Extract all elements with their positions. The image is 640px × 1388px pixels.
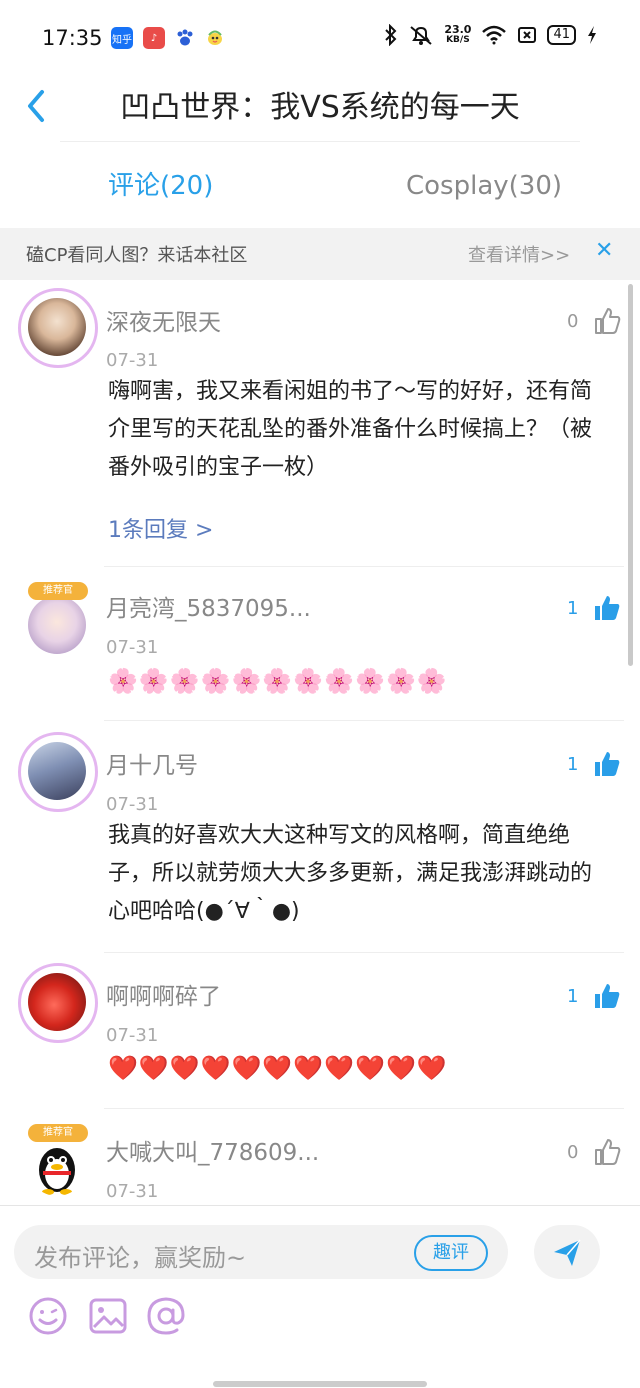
like-count: 0 (567, 311, 579, 332)
status-icons: 23.0 KB/S 41 (384, 24, 598, 46)
comment-input-placeholder: 发布评论，赢奖励~ (34, 1244, 247, 1272)
quping-button[interactable]: 趣评 (414, 1235, 488, 1271)
send-button[interactable] (534, 1225, 600, 1279)
mention-icon[interactable] (146, 1296, 186, 1336)
home-indicator[interactable] (213, 1381, 427, 1387)
comment-divider (104, 1108, 624, 1109)
comment-text: 嗨啊害，我又来看闲姐的书了～写的好好，还有简介里写的天花乱坠的番外准备什么时候搞… (108, 379, 593, 480)
replies-link[interactable]: 1条回复 > (108, 512, 213, 544)
network-speed: 23.0 KB/S (444, 23, 472, 45)
penguin-icon (39, 1148, 75, 1195)
comment-author[interactable]: 大喊大叫_778609... (106, 1139, 319, 1167)
avatar[interactable] (18, 288, 102, 372)
avatar[interactable]: 推荐官 (18, 582, 102, 670)
like-count: 1 (567, 754, 579, 775)
recommender-badge: 推荐官 (28, 1124, 88, 1142)
thumbs-up-filled-icon[interactable] (592, 593, 622, 623)
comment-date: 07-31 (106, 1181, 159, 1202)
page-title: 凹凸世界：我VS系统的每一天 (120, 90, 520, 125)
close-icon[interactable]: ✕ (595, 238, 613, 263)
battery-indicator: 41 (547, 25, 576, 45)
comment-author[interactable]: 啊啊啊碎了 (106, 983, 221, 1011)
comment-author[interactable]: 月十几号 (106, 752, 198, 780)
comment-author[interactable]: 深夜无限天 (106, 309, 221, 337)
status-bar: 17:35 知乎 ♪ 23.0 KB/S 41 (0, 0, 640, 78)
thumbs-up-icon[interactable] (592, 306, 622, 336)
comment-divider (104, 952, 624, 953)
thumbs-up-filled-icon[interactable] (592, 749, 622, 779)
thumbs-up-filled-icon[interactable] (592, 981, 622, 1011)
charging-icon (588, 26, 596, 44)
comment-divider (104, 720, 624, 721)
clock: 17:35 (42, 26, 103, 50)
thumbs-up-icon[interactable] (592, 1137, 622, 1167)
recommender-badge: 推荐官 (28, 582, 88, 600)
zhihu-icon: 知乎 (111, 27, 133, 49)
avatar[interactable] (18, 732, 102, 816)
header-divider (60, 141, 580, 142)
tab-cosplay[interactable]: Cosplay(30) (406, 168, 562, 204)
avatar[interactable]: 推荐官 (18, 1124, 102, 1212)
mute-icon (410, 26, 432, 45)
banner-text: 磕CP看同人图？来话本社区 (26, 245, 248, 266)
send-icon (554, 1239, 581, 1266)
music-icon: ♪ (143, 27, 165, 49)
sim-icon (518, 27, 537, 43)
tab-comments[interactable]: 评论(20) (108, 168, 213, 204)
wifi-icon (482, 25, 507, 45)
like-count: 1 (567, 598, 579, 619)
comment-text: ❤️❤️❤️❤️❤️❤️❤️❤️❤️❤️❤️ (108, 1054, 448, 1082)
like-count: 1 (567, 986, 579, 1007)
comment-text: 我真的好喜欢大大这种写文的风格啊，简直绝绝子，所以就劳烦大大多多更新，满足我澎湃… (108, 823, 593, 924)
baidu-icon (174, 27, 196, 49)
image-icon[interactable] (88, 1296, 128, 1336)
comment-date: 07-31 (106, 794, 159, 815)
bluetooth-icon (385, 24, 397, 46)
comment-date: 07-31 (106, 1025, 159, 1046)
comment-author[interactable]: 月亮湾_5837095... (106, 595, 311, 623)
comment-date: 07-31 (106, 350, 159, 371)
avatar[interactable] (18, 963, 102, 1047)
scrollbar[interactable] (628, 284, 633, 666)
comment-text: 🌸🌸🌸🌸🌸🌸🌸🌸🌸🌸🌸 (108, 667, 448, 695)
emoji-icon[interactable] (28, 1296, 68, 1336)
banner-details-link[interactable]: 查看详情>> (468, 241, 570, 267)
comment-date: 07-31 (106, 637, 159, 658)
comment-divider (104, 566, 624, 567)
bird-icon (204, 27, 226, 49)
like-count: 0 (567, 1142, 579, 1163)
